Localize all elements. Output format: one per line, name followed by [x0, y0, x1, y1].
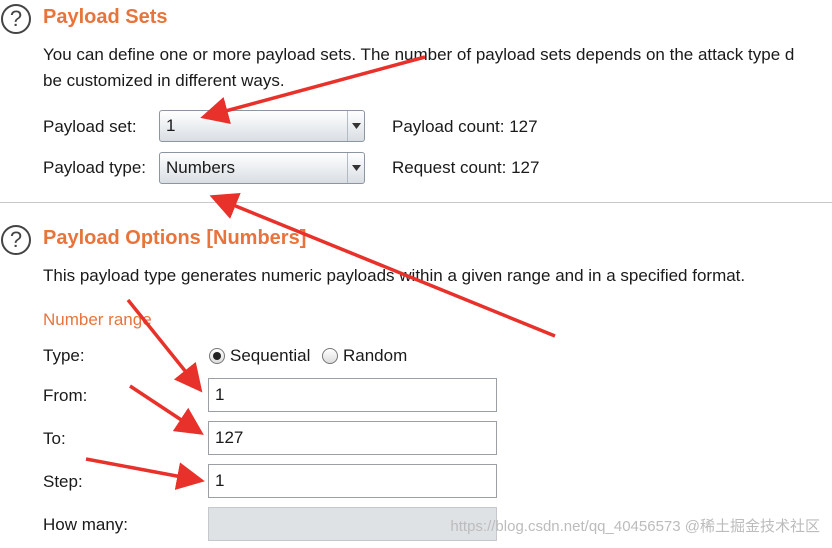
payload-type-dropdown[interactable]: Numbers	[159, 152, 365, 184]
how-many-label: How many:	[43, 515, 129, 534]
help-icon[interactable]: ?	[1, 225, 31, 255]
payload-sets-description-line2: be customized in different ways.	[43, 71, 285, 90]
number-range-heading: Number range	[43, 310, 152, 329]
payload-type-value: Numbers	[166, 158, 235, 177]
request-count-caption: Request count:	[392, 158, 507, 177]
annotation-arrow	[129, 384, 204, 435]
radio-selected-dot	[213, 352, 221, 360]
radio-random[interactable]: Random	[322, 346, 407, 366]
payload-sets-title: Payload Sets	[43, 6, 168, 28]
chevron-down-icon[interactable]	[347, 153, 364, 183]
payload-count-label: Payload count: 127	[392, 117, 538, 137]
to-label: To:	[43, 429, 66, 448]
radio-random-label: Random	[343, 346, 408, 365]
payload-set-value: 1	[166, 116, 176, 135]
payload-sets-description-line1: You can define one or more payload sets.…	[43, 45, 795, 64]
radio-sequential[interactable]: Sequential	[209, 346, 310, 366]
from-input[interactable]	[208, 378, 497, 412]
radio-sequential-label: Sequential	[230, 346, 311, 365]
radio-random-circle[interactable]	[322, 348, 338, 364]
watermark: https://blog.csdn.net/qq_40456573 @稀土掘金技…	[450, 518, 820, 535]
annotation-arrow	[85, 457, 205, 490]
payload-options-title: Payload Options [Numbers]	[43, 227, 307, 249]
help-icon[interactable]: ?	[1, 4, 31, 34]
payload-type-label: Payload type:	[43, 158, 147, 177]
chevron-down-icon[interactable]	[347, 111, 364, 141]
step-input[interactable]	[208, 464, 497, 498]
from-label: From:	[43, 386, 88, 405]
payload-set-dropdown[interactable]: 1	[159, 110, 365, 142]
radio-sequential-circle[interactable]	[209, 348, 225, 364]
payload-count-caption: Payload count:	[392, 117, 505, 136]
payload-count-value: 127	[509, 117, 538, 136]
to-input[interactable]	[208, 421, 497, 455]
payload-set-label: Payload set:	[43, 117, 137, 136]
request-count-label: Request count: 127	[392, 158, 539, 178]
number-type-label: Type:	[43, 346, 85, 365]
payload-options-description: This payload type generates numeric payl…	[43, 266, 746, 285]
step-label: Step:	[43, 472, 83, 491]
section-divider	[0, 202, 832, 203]
request-count-value: 127	[511, 158, 540, 177]
